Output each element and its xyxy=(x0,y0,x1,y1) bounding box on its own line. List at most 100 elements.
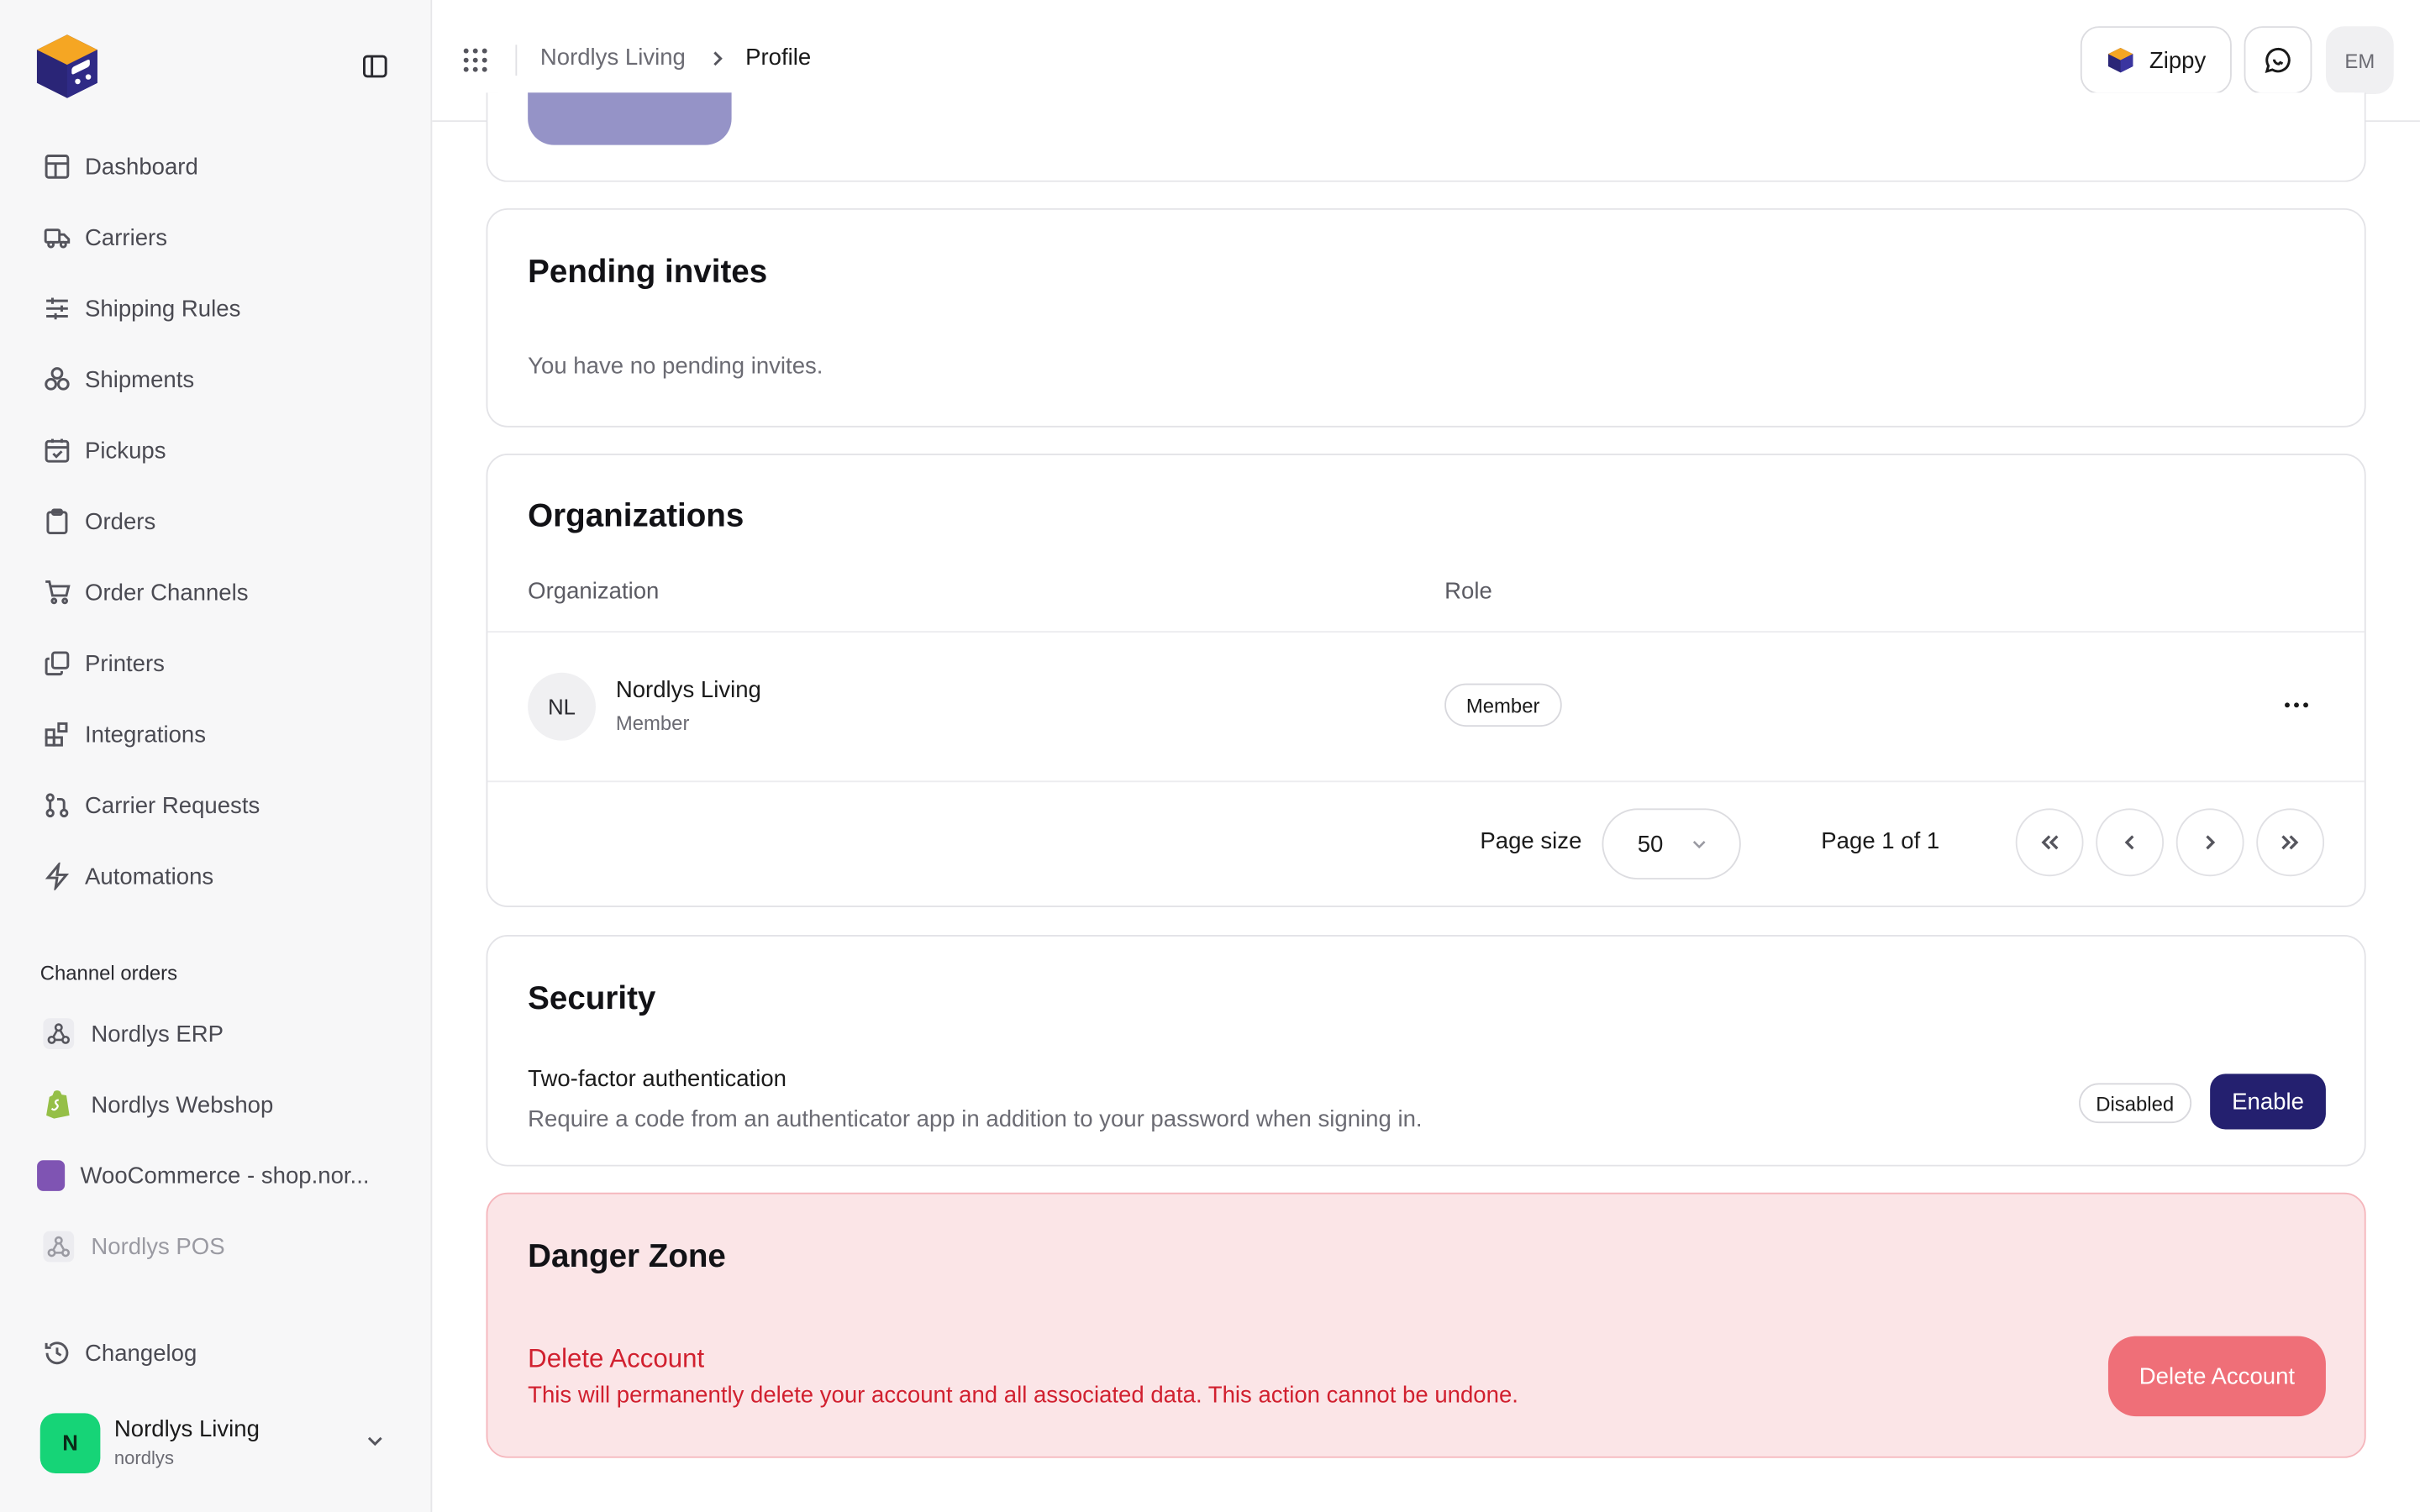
bolt-icon xyxy=(43,862,71,890)
clipboard-icon xyxy=(43,507,71,535)
channel-item-woocommerce[interactable]: WooCommerce - shop.nor... xyxy=(18,1140,408,1210)
breadcrumb-org[interactable]: Nordlys Living xyxy=(540,45,686,71)
zippy-label: Zippy xyxy=(2149,47,2207,74)
user-avatar[interactable]: EM xyxy=(2325,26,2394,95)
section-title: Pending invites xyxy=(528,255,768,291)
org-avatar: NL xyxy=(528,672,596,741)
account-name: Nordlys Living xyxy=(113,1416,260,1443)
sidebar-item-carriers[interactable]: Carriers xyxy=(24,202,408,273)
channel-label: Nordlys POS xyxy=(91,1233,225,1260)
sidebar-item-integrations[interactable]: Integrations xyxy=(24,699,408,769)
boxes-icon xyxy=(43,365,71,393)
sidebar-item-orders[interactable]: Orders xyxy=(24,486,408,557)
org-name: Nordlys Living xyxy=(615,677,761,704)
shopify-icon xyxy=(43,1089,74,1121)
section-title: Danger Zone xyxy=(528,1238,726,1275)
sidebar-item-pickups[interactable]: Pickups xyxy=(24,415,408,486)
chevrons-left-icon xyxy=(2041,835,2059,850)
section-title: Organizations xyxy=(528,498,744,534)
sidebar-item-label: Carrier Requests xyxy=(85,792,260,819)
sidebar-item-dashboard[interactable]: Dashboard xyxy=(24,131,408,202)
blocks-icon xyxy=(43,721,71,748)
zippy-button[interactable]: Zippy xyxy=(2080,26,2232,95)
organizations-card: Organizations Organization Role NL Nordl… xyxy=(486,453,2366,907)
page-size-select[interactable]: 50 xyxy=(1602,808,1741,879)
sidebar-item-shipping-rules[interactable]: Shipping Rules xyxy=(24,273,408,344)
apps-grid-icon[interactable] xyxy=(461,46,489,74)
webhook-icon xyxy=(43,1018,75,1049)
status-badge: Disabled xyxy=(2079,1083,2191,1124)
channel-section-label: Channel orders xyxy=(39,961,178,984)
divider xyxy=(487,780,2365,783)
last-page-button[interactable] xyxy=(2256,808,2325,877)
page-info: Page 1 of 1 xyxy=(1821,828,1940,855)
zippy-logo-icon xyxy=(2107,47,2133,73)
sidebar-item-label: Pickups xyxy=(85,437,166,464)
role-badge: Member xyxy=(1444,683,1562,727)
chat-button[interactable] xyxy=(2244,26,2312,95)
first-page-button[interactable] xyxy=(2015,808,2084,877)
channel-item-nordlys-erp[interactable]: Nordlys ERP xyxy=(24,998,408,1068)
truck-icon xyxy=(43,223,71,251)
channel-item-nordlys-webshop[interactable]: Nordlys Webshop xyxy=(24,1069,408,1140)
sidebar-item-carrier-requests[interactable]: Carrier Requests xyxy=(24,770,408,841)
chevron-down-icon xyxy=(1692,841,1706,849)
sidebar-item-shipments[interactable]: Shipments xyxy=(24,344,408,415)
sidebar-item-changelog[interactable]: Changelog xyxy=(24,1318,408,1389)
channel-label: Nordlys Webshop xyxy=(91,1091,274,1118)
history-icon xyxy=(43,1339,71,1367)
column-header-organization: Organization xyxy=(528,578,660,605)
sidebar: Dashboard Carriers Shipping Rules Shipme… xyxy=(0,0,433,1512)
next-page-button[interactable] xyxy=(2175,808,2244,877)
channel-list: Nordlys ERP Nordlys Webshop WooCommerce … xyxy=(24,998,408,1282)
page-size-label: Page size xyxy=(1480,828,1582,855)
sidebar-item-label: Automations xyxy=(85,863,214,890)
page-size-value: 50 xyxy=(1637,831,1664,858)
sliders-icon xyxy=(43,295,71,323)
sidebar-item-label: Shipments xyxy=(85,366,195,393)
prev-page-button[interactable] xyxy=(2096,808,2165,877)
enable-2fa-button[interactable]: Enable xyxy=(2210,1074,2326,1130)
breadcrumb-current: Profile xyxy=(745,45,812,71)
message-circle-icon xyxy=(2265,47,2291,73)
chevron-right-icon xyxy=(713,51,723,66)
chevrons-right-icon xyxy=(2281,835,2299,850)
column-header-role: Role xyxy=(1444,578,1492,605)
main-nav: Dashboard Carriers Shipping Rules Shipme… xyxy=(24,131,408,911)
woocommerce-icon xyxy=(37,1160,66,1191)
delete-account-description: This will permanently delete your accoun… xyxy=(528,1382,1518,1409)
account-handle: nordlys xyxy=(113,1446,174,1469)
row-actions-button[interactable] xyxy=(2278,686,2315,723)
profile-card-partial xyxy=(486,92,2366,182)
sidebar-item-automations[interactable]: Automations xyxy=(24,841,408,911)
delete-account-button[interactable]: Delete Account xyxy=(2107,1336,2326,1417)
chevron-left-icon xyxy=(2124,835,2134,850)
sidebar-toggle-icon[interactable] xyxy=(361,52,389,80)
cart-icon xyxy=(43,579,71,606)
avatar: N xyxy=(39,1412,101,1473)
copy-icon xyxy=(43,649,71,677)
channel-label: Nordlys ERP xyxy=(91,1020,224,1047)
sidebar-item-label: Printers xyxy=(85,650,165,677)
app-logo[interactable] xyxy=(31,29,103,103)
calendar-check-icon xyxy=(43,437,71,465)
danger-zone-card: Danger Zone Delete Account This will per… xyxy=(486,1192,2366,1458)
sidebar-item-label: Changelog xyxy=(85,1340,197,1367)
org-subtitle: Member xyxy=(615,711,690,735)
channel-item-nordlys-pos[interactable]: Nordlys POS xyxy=(24,1211,408,1282)
git-pull-icon xyxy=(43,791,71,819)
empty-state-text: You have no pending invites. xyxy=(528,353,823,380)
divider xyxy=(487,631,2365,633)
sidebar-item-label: Orders xyxy=(85,508,156,535)
chevron-right-icon xyxy=(2206,835,2216,850)
sidebar-item-printers[interactable]: Printers xyxy=(24,628,408,699)
dashboard-icon xyxy=(43,153,71,181)
sidebar-item-order-channels[interactable]: Order Channels xyxy=(24,557,408,627)
account-switcher[interactable]: N Nordlys Living nordlys xyxy=(39,1410,395,1475)
account-text: Nordlys Living nordlys xyxy=(114,1416,260,1468)
channel-label: WooCommerce - shop.nor... xyxy=(80,1162,370,1189)
save-button[interactable] xyxy=(528,92,732,145)
sidebar-item-label: Integrations xyxy=(85,721,206,748)
two-factor-description: Require a code from an authenticator app… xyxy=(528,1105,1423,1133)
sidebar-item-label: Order Channels xyxy=(85,579,249,606)
